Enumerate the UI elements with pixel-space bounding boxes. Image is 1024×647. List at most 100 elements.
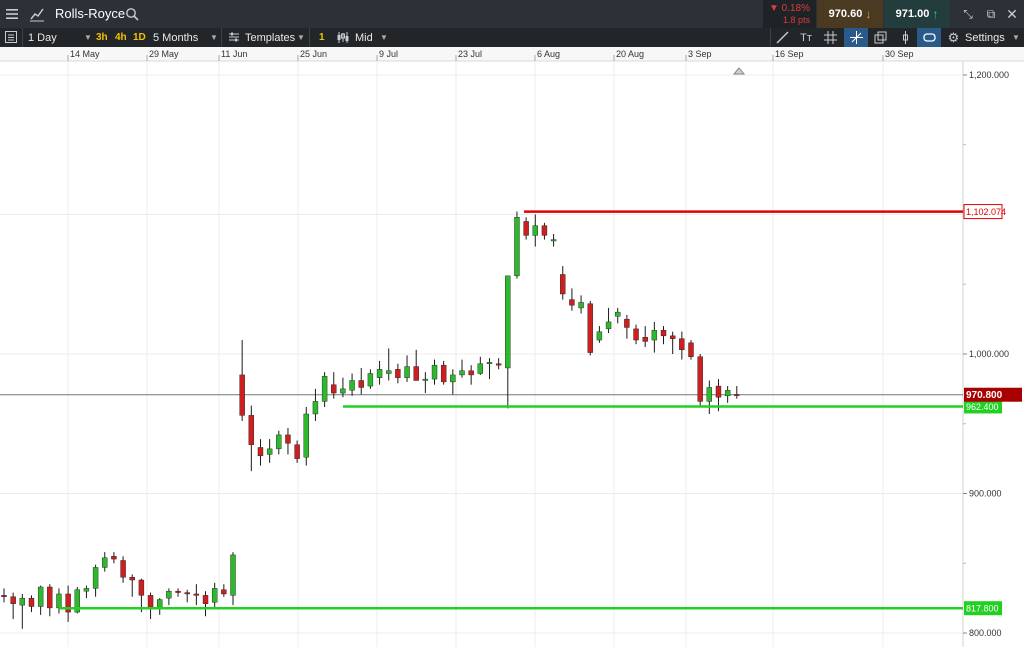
grid-icon[interactable] xyxy=(823,30,838,45)
candle-body xyxy=(358,380,364,388)
candle-body xyxy=(422,378,429,381)
candle-body xyxy=(202,595,209,604)
y-tick-label: 900.000 xyxy=(969,489,1002,499)
settings-button[interactable]: Settings xyxy=(965,28,1005,47)
interval-select[interactable]: 1 Day xyxy=(28,28,57,47)
candle-body xyxy=(102,557,108,568)
candle-body xyxy=(660,330,667,337)
chevron-down-icon[interactable]: ▼ xyxy=(380,28,388,47)
candle-body xyxy=(10,596,16,604)
candle-body xyxy=(19,597,26,606)
x-tick-label: 23 Jul xyxy=(458,49,482,59)
candle-body xyxy=(697,356,703,402)
candle-body xyxy=(294,444,300,459)
change-pts: 1.8 pts xyxy=(782,15,810,25)
layers-icon[interactable] xyxy=(873,30,888,45)
draw-line-icon[interactable] xyxy=(775,30,790,45)
candle-body xyxy=(715,385,722,398)
candle-body xyxy=(184,592,190,595)
range-select[interactable]: 5 Months xyxy=(153,28,198,47)
interval-value: 1 Day xyxy=(28,31,57,44)
candle-body xyxy=(157,599,163,609)
candle-body xyxy=(413,366,419,381)
candle-body xyxy=(276,434,282,450)
candle-body xyxy=(166,590,172,599)
chevron-down-icon[interactable]: ▼ xyxy=(210,28,218,47)
shape-tool-icon[interactable] xyxy=(917,28,941,47)
candle-body xyxy=(560,274,566,295)
candle-body xyxy=(120,560,126,578)
candle-body xyxy=(596,331,603,341)
price-type-value: Mid xyxy=(355,31,373,44)
y-tick-label: 1,000.000 xyxy=(969,349,1009,359)
x-tick-label: 11 Jun xyxy=(221,49,247,59)
candle-body xyxy=(514,217,520,277)
y-tick-label: 800.000 xyxy=(969,628,1002,638)
price-chart[interactable]: 14 May 29 May 11 Jun 25 Jun 9 Jul 23 Jul 6 Aug… xyxy=(0,47,1024,647)
candle-body xyxy=(349,380,355,391)
x-tick-label: 14 May xyxy=(70,49,100,59)
crosshair-tool-icon[interactable] xyxy=(844,28,868,47)
chart-count[interactable]: 1 xyxy=(319,28,325,47)
settings-label: Settings xyxy=(965,31,1005,44)
candle-body xyxy=(688,342,694,357)
x-tick-label: 30 Sep xyxy=(885,49,914,59)
instrument-name[interactable]: Rolls-Royce xyxy=(55,6,125,21)
menu-icon[interactable] xyxy=(4,6,20,22)
templates-button[interactable]: Templates xyxy=(245,28,295,47)
support-price-label: 962.400 xyxy=(966,402,999,412)
candle-body xyxy=(587,303,593,353)
price-type-select[interactable]: Mid xyxy=(355,28,373,47)
quick-interval-1d[interactable]: 1D xyxy=(133,28,146,47)
buy-price-button[interactable]: 971.00 ↑ xyxy=(884,0,950,28)
change-pct: ▼ 0.18% xyxy=(768,3,810,14)
sell-price: 970.60 xyxy=(828,8,863,20)
chevron-down-icon[interactable]: ▼ xyxy=(1012,28,1020,47)
candle-body xyxy=(477,363,484,374)
candle-body xyxy=(239,374,245,416)
indicator-icon[interactable] xyxy=(898,30,913,45)
candle-body xyxy=(303,413,309,458)
text-tool-icon[interactable]: Tт xyxy=(798,30,814,45)
collapse-icon[interactable]: ⤡ xyxy=(960,6,976,22)
quick-interval-3h[interactable]: 3h xyxy=(96,28,108,47)
chevron-down-icon[interactable]: ▼ xyxy=(84,28,92,47)
candle-body xyxy=(1,595,7,597)
arrow-up-icon: ↑ xyxy=(932,7,939,21)
candle-body xyxy=(230,554,236,596)
candle-body xyxy=(248,415,255,445)
popout-icon[interactable]: ⧉ xyxy=(983,6,999,22)
gear-icon[interactable]: ⚙ xyxy=(946,30,961,45)
candle-body xyxy=(578,302,584,309)
close-icon[interactable]: ✕ xyxy=(1004,6,1020,22)
candle-body xyxy=(83,588,90,592)
candle-body xyxy=(37,586,44,607)
candle-body xyxy=(28,597,35,607)
candle-body xyxy=(285,434,291,444)
candle-body xyxy=(138,579,145,596)
candle-body xyxy=(495,363,502,366)
candle-body xyxy=(450,374,456,383)
candle-body xyxy=(486,362,493,364)
candle-body xyxy=(505,275,511,369)
list-icon[interactable] xyxy=(4,30,18,44)
search-icon[interactable] xyxy=(125,7,139,21)
quick-interval-4h[interactable]: 4h xyxy=(115,28,127,47)
candle-body xyxy=(624,318,630,328)
candle-body xyxy=(642,337,648,342)
candle-body xyxy=(386,370,392,374)
chevron-down-icon[interactable]: ▼ xyxy=(297,28,305,47)
candle-body xyxy=(395,369,401,378)
candle-body xyxy=(376,369,383,378)
range-value: 5 Months xyxy=(153,31,199,44)
arrow-down-icon: ↓ xyxy=(865,7,872,21)
candle-body xyxy=(468,370,474,376)
candle-body xyxy=(92,567,99,589)
chart-line-icon[interactable] xyxy=(29,6,45,22)
resistance-price-label: 1,102.074 xyxy=(966,207,1006,217)
candle-body xyxy=(569,299,575,306)
sell-price-button[interactable]: 970.60 ↓ xyxy=(817,0,883,28)
candle-body xyxy=(523,221,529,236)
candle-body xyxy=(651,330,658,341)
x-tick-label: 6 Aug xyxy=(537,49,560,59)
